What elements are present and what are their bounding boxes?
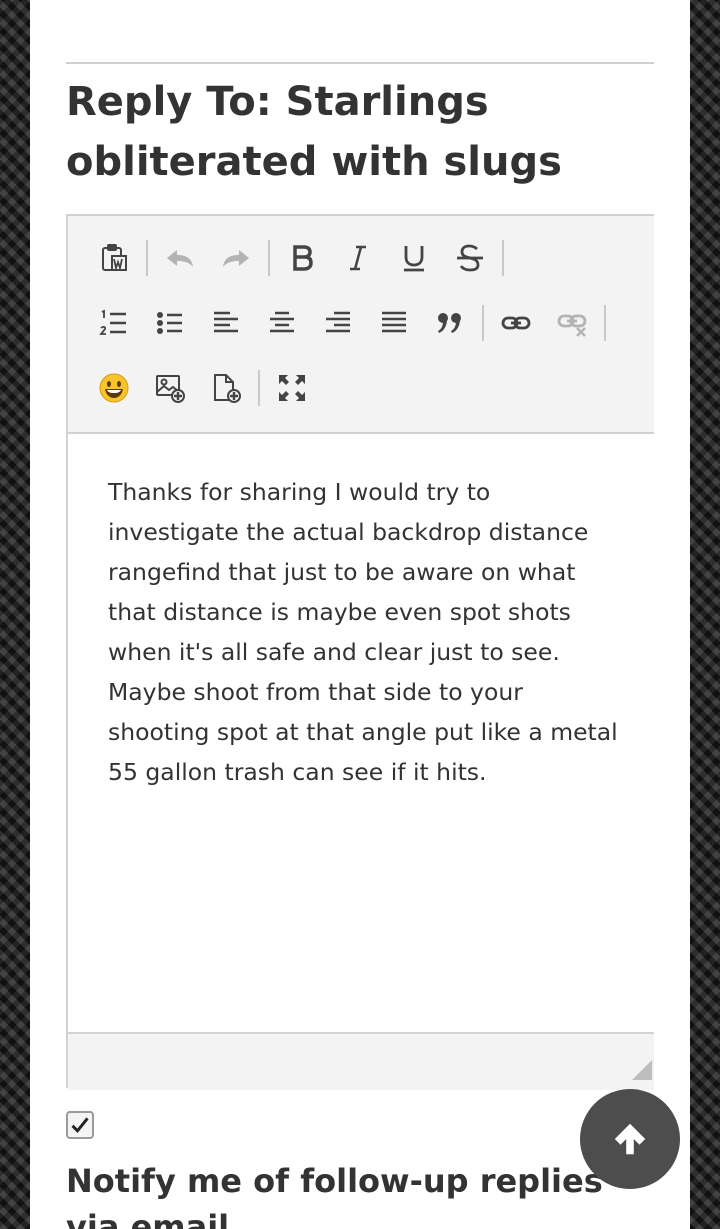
toolbar-row [86, 230, 508, 286]
undo-icon[interactable] [152, 230, 208, 286]
notify-checkbox[interactable] [66, 1111, 94, 1139]
bold-icon[interactable] [274, 230, 330, 286]
paste-word-icon[interactable] [86, 230, 142, 286]
editor-toolbar [68, 216, 654, 434]
scroll-to-top-button[interactable] [580, 1089, 680, 1189]
toolbar-separator [146, 240, 148, 276]
insert-image-icon[interactable] [142, 360, 198, 416]
resize-handle-icon[interactable] [632, 1060, 652, 1080]
strikethrough-icon[interactable] [442, 230, 498, 286]
editor-content-area[interactable]: Thanks for sharing I would try to invest… [108, 472, 628, 792]
redo-icon[interactable] [208, 230, 264, 286]
arrow-up-icon [614, 1123, 646, 1155]
bullet-list-icon[interactable] [142, 295, 198, 351]
toolbar-separator [258, 370, 260, 406]
toolbar-separator [604, 305, 606, 341]
emoticon-icon[interactable] [86, 360, 142, 416]
justify-icon[interactable] [366, 295, 422, 351]
editor-statusbar [68, 1032, 654, 1090]
toolbar-separator [502, 240, 504, 276]
page-content: Reply To: Starlings obliterated with slu… [30, 0, 690, 1229]
notify-label: Notify me of follow-up replies via email [66, 1162, 603, 1229]
italic-icon[interactable] [330, 230, 386, 286]
rich-text-editor: Thanks for sharing I would try to invest… [66, 214, 654, 1090]
toolbar-row [86, 295, 610, 351]
underline-icon[interactable] [386, 230, 442, 286]
align-left-icon[interactable] [198, 295, 254, 351]
divider [66, 62, 654, 64]
checkmark-icon [71, 1117, 89, 1134]
insert-file-icon[interactable] [198, 360, 254, 416]
fullscreen-icon[interactable] [264, 360, 320, 416]
blockquote-icon[interactable] [422, 295, 478, 351]
align-right-icon[interactable] [310, 295, 366, 351]
align-center-icon[interactable] [254, 295, 310, 351]
toolbar-separator [268, 240, 270, 276]
toolbar-separator [482, 305, 484, 341]
reply-title: Reply To: Starlings obliterated with slu… [66, 79, 562, 185]
numbered-list-icon[interactable] [86, 295, 142, 351]
link-icon[interactable] [488, 295, 544, 351]
toolbar-row [86, 360, 320, 416]
unlink-icon[interactable] [544, 295, 600, 351]
